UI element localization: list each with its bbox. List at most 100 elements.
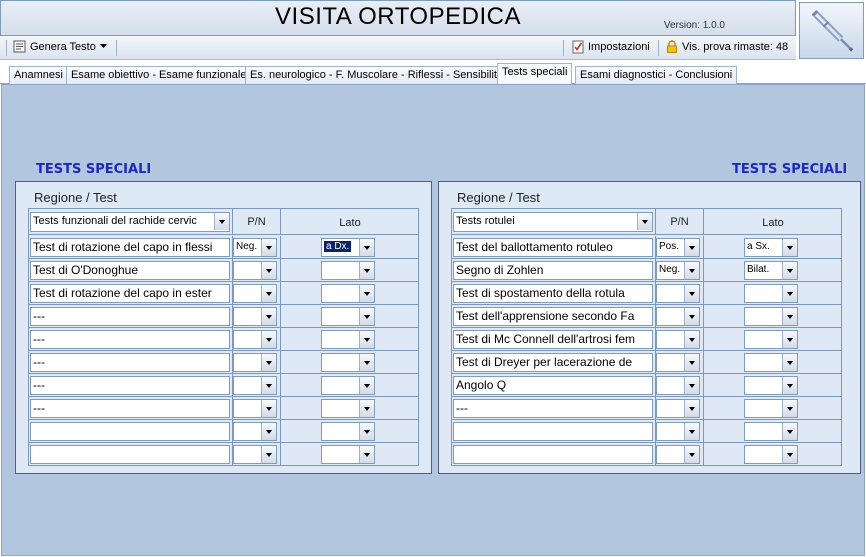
pn-select[interactable] [656, 353, 700, 372]
test-name-field[interactable] [453, 422, 653, 441]
lato-select[interactable] [321, 284, 375, 303]
lato-select[interactable] [321, 307, 375, 326]
tab-es-neurologico[interactable]: Es. neurologico - F. Muscolare - Rifless… [245, 66, 509, 84]
test-name-field[interactable]: --- [30, 330, 230, 349]
pn-select[interactable] [656, 399, 700, 418]
tab-esame-obiettivo[interactable]: Esame obiettivo - Esame funzionale [66, 66, 252, 84]
right-region-select[interactable]: Tests rotulei [453, 212, 653, 232]
toolbar-separator [658, 40, 659, 56]
test-name-field[interactable]: Test di O'Donoghue [30, 261, 230, 280]
lato-select[interactable] [744, 422, 798, 441]
impostazioni-label: Impostazioni [588, 41, 650, 53]
impostazioni-button[interactable]: Impostazioni [572, 40, 650, 54]
pn-select[interactable] [233, 307, 277, 326]
pn-select[interactable] [656, 330, 700, 349]
lato-select[interactable] [744, 353, 798, 372]
lato-select[interactable] [321, 399, 375, 418]
test-name-field[interactable]: --- [30, 353, 230, 372]
lato-select[interactable] [321, 353, 375, 372]
lato-select[interactable] [744, 307, 798, 326]
chevron-down-icon [261, 446, 276, 463]
chevron-down-icon [261, 285, 276, 302]
genera-testo-button[interactable]: Genera Testo [13, 40, 107, 53]
pn-value: Neg. [236, 241, 258, 252]
test-name-field[interactable]: Test di spostamento della rotula [453, 284, 653, 303]
lato-select[interactable] [321, 261, 375, 280]
chevron-down-icon [782, 446, 797, 463]
test-name-field[interactable]: Test di Mc Connell dell'artrosi fem [453, 330, 653, 349]
test-name-field[interactable]: --- [453, 399, 653, 418]
title-bar: VISITA ORTOPEDICA Version: 1.0.0 [0, 0, 796, 36]
table-row: Test di rotazione del capo in flessi Neg.… [29, 236, 419, 259]
chevron-down-icon [684, 308, 699, 325]
pn-value: Neg. [659, 264, 681, 275]
lato-value: a Sx. [747, 241, 770, 252]
pn-select[interactable] [233, 353, 277, 372]
pn-select[interactable] [233, 445, 277, 464]
left-region-value: Tests funzionali del rachide cervic [33, 215, 197, 227]
chevron-down-icon [782, 262, 797, 279]
crutch-icon [812, 10, 854, 52]
left-region-select[interactable]: Tests funzionali del rachide cervic [30, 212, 230, 232]
test-name-field[interactable]: Angolo Q [453, 376, 653, 395]
chevron-down-icon [782, 239, 797, 256]
test-name-field[interactable]: Test del ballottamento rotuleo [453, 238, 653, 257]
pn-value: Pos. [659, 241, 680, 252]
lato-select[interactable] [321, 330, 375, 349]
lato-select[interactable] [321, 445, 375, 464]
test-name-field[interactable]: --- [30, 307, 230, 326]
pn-select[interactable] [233, 399, 277, 418]
pn-select[interactable] [656, 376, 700, 395]
tab-esami-diagnostici[interactable]: Esami diagnostici - Conclusioni [575, 66, 738, 84]
test-name-field[interactable]: Test dell'apprensione secondo Fa [453, 307, 653, 326]
lato-select[interactable] [744, 284, 798, 303]
lato-select[interactable] [744, 399, 798, 418]
left-tests-grid: Tests funzionali del rachide cervic P/N … [28, 208, 419, 466]
lato-select[interactable] [321, 422, 375, 441]
pn-select[interactable]: Pos. [656, 238, 700, 257]
pn-select[interactable] [656, 284, 700, 303]
document-icon [13, 40, 26, 53]
test-name-field[interactable]: Test di rotazione del capo in flessi [30, 238, 230, 257]
test-name-field[interactable] [30, 445, 230, 464]
left-region-header: Tests funzionali del rachide cervic [29, 209, 233, 235]
lato-select[interactable] [744, 445, 798, 464]
test-name-field[interactable]: --- [30, 376, 230, 395]
test-name-field[interactable]: Test di rotazione del capo in ester [30, 284, 230, 303]
left-lato-header: Lato [281, 209, 419, 235]
column-divider [280, 236, 281, 466]
pn-select[interactable] [233, 284, 277, 303]
lato-select[interactable]: a Sx. [744, 238, 798, 257]
test-name-field[interactable] [453, 445, 653, 464]
pn-select[interactable] [656, 307, 700, 326]
lato-select[interactable]: a Dx. [321, 238, 375, 257]
left-pn-header: P/N [233, 209, 281, 235]
genera-testo-label: Genera Testo [30, 40, 96, 53]
pn-select[interactable]: Neg. [656, 261, 700, 280]
tab-anamnesi[interactable]: Anamnesi [9, 66, 68, 84]
test-name-field[interactable]: --- [30, 399, 230, 418]
pn-select[interactable] [233, 261, 277, 280]
right-tests-grid: Tests rotulei P/N Lato Test del ballotta… [451, 208, 842, 466]
tab-tests-speciali[interactable]: Tests speciali [497, 63, 573, 85]
lato-select[interactable] [744, 330, 798, 349]
lato-select[interactable] [321, 376, 375, 395]
trial-status: Vis. prova rimaste: 48 [666, 40, 788, 53]
pn-select[interactable] [233, 330, 277, 349]
right-pn-header: P/N [656, 209, 704, 235]
test-name-field[interactable]: Test di Dreyer per lacerazione de [453, 353, 653, 372]
test-name-field[interactable]: Segno di Zohlen [453, 261, 653, 280]
test-name-field[interactable] [30, 422, 230, 441]
pn-select[interactable] [233, 376, 277, 395]
pn-select[interactable]: Neg. [233, 238, 277, 257]
lato-select[interactable] [744, 376, 798, 395]
lato-select[interactable]: Bilat. [744, 261, 798, 280]
chevron-down-icon [214, 213, 229, 230]
table-row [452, 443, 842, 466]
row-divider [452, 465, 842, 466]
row-divider [29, 465, 419, 466]
pn-select[interactable] [233, 422, 277, 441]
table-row: Test di rotazione del capo in ester [29, 282, 419, 305]
pn-select[interactable] [656, 422, 700, 441]
pn-select[interactable] [656, 445, 700, 464]
